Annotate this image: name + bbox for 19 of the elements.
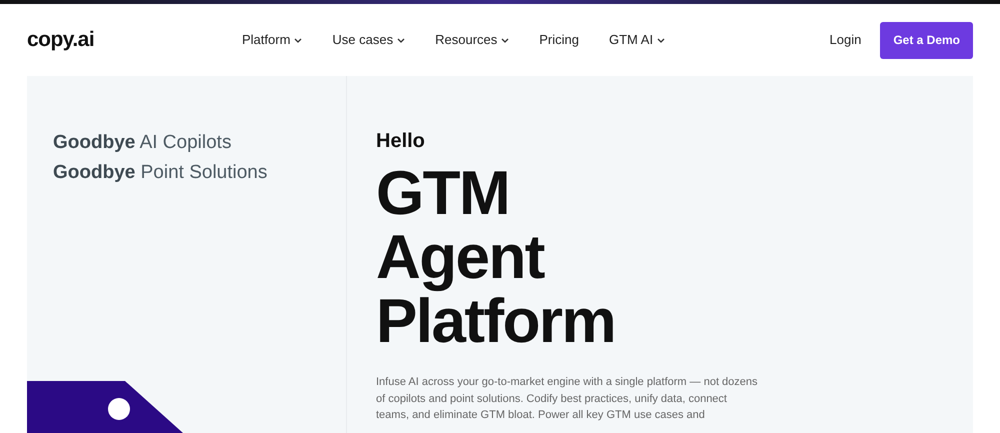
hero-headline: GTM [376,162,510,226]
hero-eyebrow: Hello [376,129,426,154]
goodbye-line: Goodbye Point Solutions [53,161,268,185]
login-link[interactable]: Login [830,30,862,50]
nav-link[interactable]: Platform [242,30,302,50]
nav-link[interactable]: GTM AI [609,30,666,50]
nav-link[interactable]: Resources [435,30,510,50]
chevron-down-icon [397,38,406,42]
chevron-down-icon [657,38,666,42]
demo-button[interactable]: Get a Demo [880,22,973,58]
logo[interactable]: copy.ai [27,24,242,56]
nav-link[interactable]: Use cases [332,30,406,50]
hero-headline: Agent [376,226,546,290]
goodbye-line: Goodbye AI Copilots [53,131,232,155]
nav-link[interactable]: Pricing [539,30,579,50]
chevron-down-icon [294,38,302,42]
chevron-down-icon [501,38,510,42]
hero-description: Infuse AI across your go-to-market engine with a single platform — not dozens of copilots and point solutions. Codify best practices, unify data, connect teams, and eliminate GTM bloat. Power all key GTM use cases and [376,375,759,423]
hero-headline: Platform [376,290,616,354]
